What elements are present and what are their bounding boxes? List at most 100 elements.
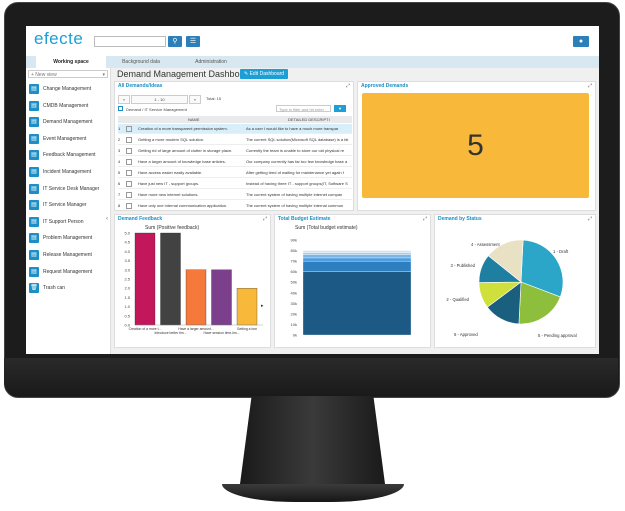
list-icon: ☰ bbox=[189, 38, 197, 45]
new-view-select[interactable]: + New view ▾ bbox=[28, 70, 108, 78]
collapse-sidebar-icon[interactable]: ‹ bbox=[106, 216, 108, 222]
column-description[interactable]: DETAILED DESCRIPTI bbox=[288, 116, 330, 123]
expand-icon[interactable]: ⤢ bbox=[346, 83, 350, 89]
table-row[interactable]: 6 Have just new IT - support groups. Inste… bbox=[118, 179, 352, 189]
panel-title: Approved Demands bbox=[361, 83, 409, 89]
y-tick-label: 60k bbox=[291, 269, 297, 274]
sidebar-item[interactable]: ▤ IT Support Person bbox=[26, 215, 110, 229]
dashboard-area: Demand Management Dashboard ✎ Edit Dashb… bbox=[111, 68, 599, 354]
sidebar-item-label: Release Management bbox=[43, 252, 92, 258]
sidebar-item-label: Problem Management bbox=[43, 235, 93, 242]
chevron-down-icon: ▾ bbox=[102, 72, 105, 78]
row-number: 1 bbox=[118, 126, 121, 131]
table-row[interactable]: 5 Have access easier easily available. Aft… bbox=[118, 168, 352, 178]
search-input[interactable] bbox=[94, 36, 166, 47]
row-checkbox[interactable] bbox=[126, 126, 132, 132]
row-description: Our company currently has far too few kn… bbox=[246, 159, 348, 164]
sidebar-item-label: Request Management bbox=[43, 268, 93, 275]
row-number: 6 bbox=[118, 181, 121, 186]
table-row[interactable]: 7 Have more new internet solutions. The cu… bbox=[118, 190, 352, 200]
y-tick-label: 30k bbox=[291, 301, 297, 306]
x-tick-label: Introduce better tim... bbox=[154, 331, 186, 335]
sidebar-item[interactable]: ▤ Event Management bbox=[26, 132, 110, 146]
column-name[interactable]: NAME bbox=[188, 116, 200, 123]
tab-working-space[interactable]: Working space bbox=[36, 56, 106, 68]
y-tick-label: 3.0 bbox=[124, 267, 130, 272]
slice-label: 4 - Assessment bbox=[471, 242, 500, 247]
sidebar-item[interactable]: ▤ Request Management bbox=[26, 265, 110, 279]
sidebar-item[interactable]: ▤ CMDB Management bbox=[26, 99, 110, 113]
y-tick-label: 1.5 bbox=[124, 295, 130, 300]
row-checkbox[interactable] bbox=[126, 137, 132, 143]
row-checkbox[interactable] bbox=[126, 159, 132, 165]
pager-next-button[interactable]: » bbox=[189, 95, 201, 104]
view-selector[interactable]: Demand / IT Service Management bbox=[126, 107, 187, 112]
row-checkbox[interactable] bbox=[126, 181, 132, 187]
budget-panel: Total Budget Estimate ⤢ Sum (Total budge… bbox=[274, 214, 431, 348]
status-panel: Demand by Status ⤢ 1 - Draft 5 - Pending … bbox=[434, 214, 596, 348]
row-checkbox[interactable] bbox=[126, 203, 132, 209]
row-number: 4 bbox=[118, 159, 121, 164]
view-icon: ▤ bbox=[29, 233, 39, 244]
monitor-chin bbox=[4, 358, 618, 396]
y-tick-label: 4.0 bbox=[124, 249, 130, 254]
row-checkbox[interactable] bbox=[126, 170, 132, 176]
expand-icon[interactable]: ⤢ bbox=[263, 216, 267, 222]
sidebar-item[interactable]: ▤ Change Management bbox=[26, 82, 110, 96]
slice-label: 3 - Published bbox=[451, 263, 476, 268]
sidebar-item-label: Trash can bbox=[43, 285, 66, 292]
x-tick-label: Have session time-lim... bbox=[204, 331, 240, 335]
top-tabs: Working space Background data Administra… bbox=[26, 56, 599, 68]
table-row[interactable]: 8 Have only one internal communication ap… bbox=[118, 201, 352, 210]
tab-background-data[interactable]: Background data bbox=[106, 56, 176, 68]
filter-button[interactable]: ▼ bbox=[334, 105, 346, 112]
y-tick-label: 50k bbox=[291, 280, 297, 285]
table-row[interactable]: 1 Creation of a more transparent permissi… bbox=[118, 124, 352, 134]
demand-feedback-panel: Demand Feedback ⤢ Sum (Positive feedback… bbox=[114, 214, 271, 348]
chart-title: Sum (Total budget estimate) bbox=[295, 225, 358, 231]
sidebar-item[interactable]: ▤ Feedback Management bbox=[26, 148, 110, 162]
table-row[interactable]: 4 Have a larger amount of knowledge base … bbox=[118, 157, 352, 167]
y-tick-label: 4.5 bbox=[124, 240, 130, 245]
sidebar-item-label: Demand Management bbox=[43, 119, 93, 126]
row-name: Getting a more modern SQL solution. bbox=[138, 137, 205, 142]
expand-icon[interactable]: ⤢ bbox=[423, 216, 427, 222]
bar bbox=[185, 269, 207, 326]
search-button[interactable]: ⚲ bbox=[168, 36, 182, 47]
page-title: Demand Management Dashboard bbox=[117, 69, 253, 79]
slice-label: 6 - Approved bbox=[454, 332, 478, 337]
filter-search-button[interactable]: ☰ bbox=[186, 36, 200, 47]
filter-input[interactable]: Type in filter and hit enter bbox=[276, 105, 331, 112]
table-row[interactable]: 3 Getting rid of large amount of clutter … bbox=[118, 146, 352, 156]
sidebar-item[interactable]: ▤ Release Management bbox=[26, 248, 110, 262]
sidebar-item[interactable]: ▤ IT Service Manager bbox=[26, 198, 110, 212]
sidebar-item[interactable]: ▤ Problem Management bbox=[26, 231, 110, 245]
sidebar-item[interactable]: ▤ Demand Management bbox=[26, 115, 110, 129]
sidebar-item-label: IT Service Desk Manager bbox=[43, 185, 100, 192]
efecte-logo: efecte bbox=[34, 29, 84, 48]
sidebar-item[interactable]: ▤ IT Service Desk Manager bbox=[26, 182, 110, 196]
row-name: Have access easier easily available. bbox=[138, 170, 203, 175]
expand-icon[interactable]: ⤢ bbox=[588, 216, 592, 222]
tab-administration[interactable]: Administration bbox=[176, 56, 246, 68]
panel-title: Demand Feedback bbox=[118, 216, 163, 222]
feedback-bar-chart: Sum (Positive feedback)0.00.51.01.52.02.… bbox=[124, 225, 264, 335]
user-icon: ● bbox=[578, 38, 584, 45]
panel-title: All Demands/Ideas bbox=[118, 83, 163, 89]
sidebar-item-label: Change Management bbox=[43, 86, 92, 92]
row-checkbox[interactable] bbox=[126, 148, 132, 154]
pager-first-button[interactable]: « bbox=[118, 95, 130, 104]
view-icon: ▤ bbox=[29, 200, 39, 211]
pager-range[interactable]: 1 - 10 bbox=[131, 95, 188, 104]
expand-icon[interactable]: ⤢ bbox=[588, 83, 592, 89]
row-checkbox[interactable] bbox=[126, 192, 132, 198]
y-tick-label: 0.5 bbox=[124, 313, 130, 318]
funnel-icon: ▼ bbox=[338, 106, 342, 111]
edit-dashboard-button[interactable]: ✎ Edit Dashboard bbox=[240, 69, 289, 79]
bar bbox=[236, 288, 258, 326]
sidebar-item[interactable]: ▤ Incident Management bbox=[26, 165, 110, 179]
table-row[interactable]: 2 Getting a more modern SQL solution. The … bbox=[118, 135, 352, 145]
view-icon: ▤ bbox=[29, 250, 39, 260]
user-button[interactable]: ● bbox=[573, 36, 589, 47]
sidebar-item[interactable]: 🗑 Trash can bbox=[26, 281, 110, 295]
